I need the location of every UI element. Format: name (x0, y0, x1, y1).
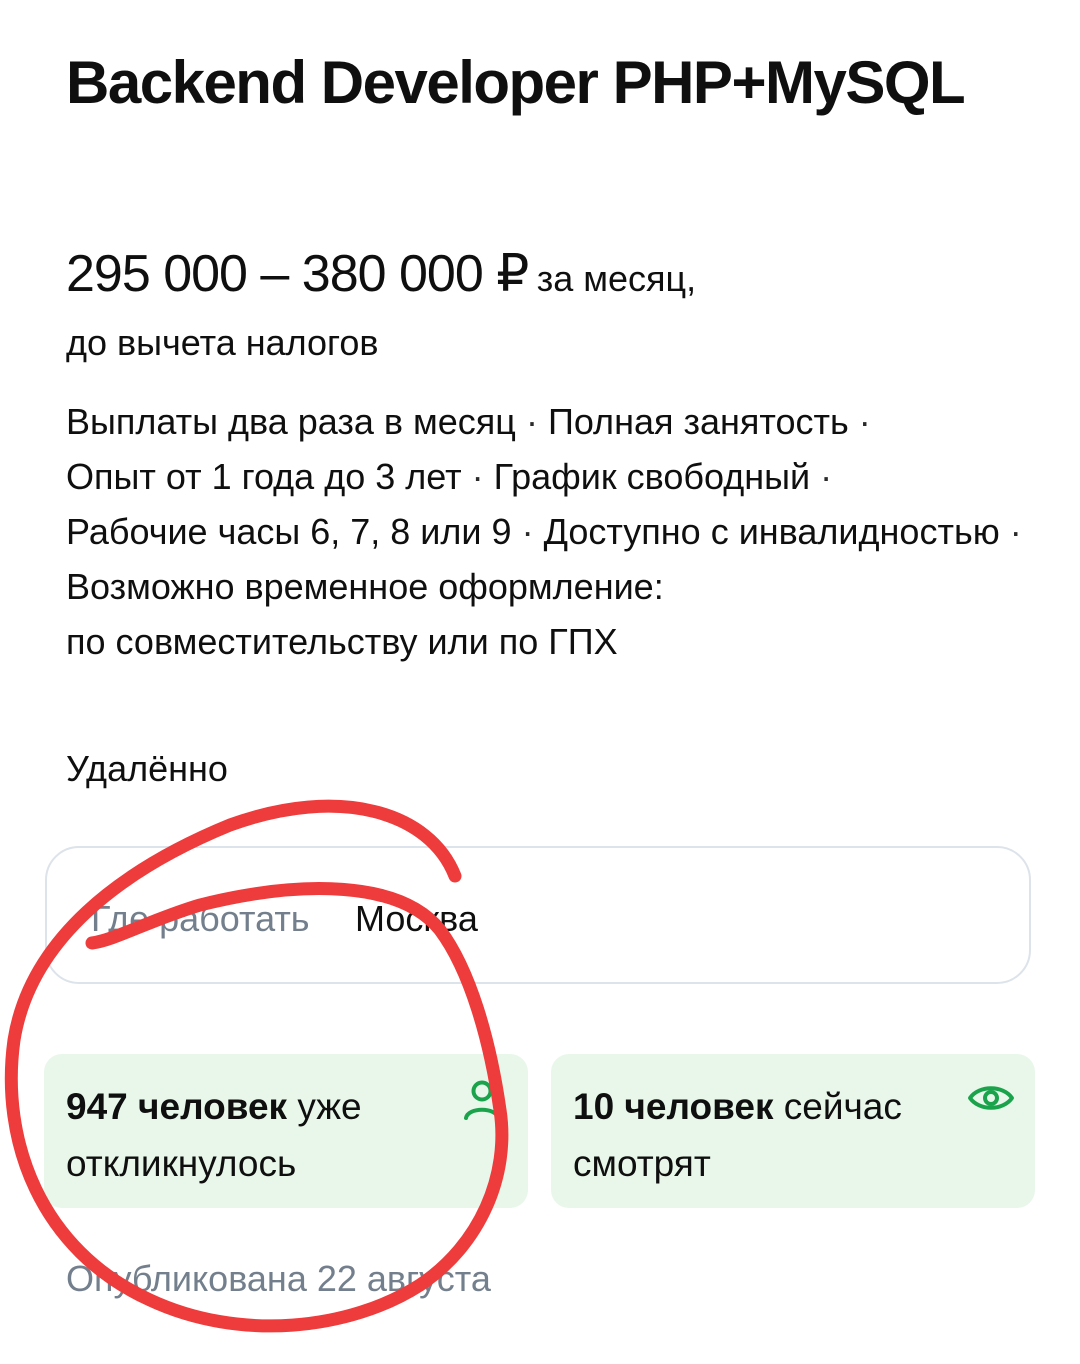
separator-dot: · (1009, 511, 1022, 552)
condition-item: по совместительству или по ГПХ (66, 621, 618, 662)
viewers-card: 10 человек сейчас смотрят (551, 1054, 1035, 1208)
person-icon (462, 1078, 502, 1127)
separator-dot: · (858, 401, 871, 442)
eye-icon (967, 1078, 1015, 1123)
condition-item: График свободный (493, 456, 811, 497)
condition-item: Доступно с инвалидностью (543, 511, 1000, 552)
responses-text: 947 человек уже откликнулось (66, 1078, 446, 1192)
condition-item: Возможно временное оформление: (66, 566, 664, 607)
salary-row: 295 000 – 380 000 ₽ за месяц, (66, 244, 696, 304)
viewers-text: 10 человек сейчас смотрят (573, 1078, 953, 1192)
condition-item: Рабочие часы 6, 7, 8 или 9 (66, 511, 512, 552)
separator-dot: · (820, 456, 833, 497)
condition-item: Опыт от 1 года до 3 лет (66, 456, 462, 497)
salary-note: до вычета налогов (66, 322, 379, 363)
vacancy-title: Backend Developer PHP+MySQL (66, 49, 966, 116)
conditions-list: Выплаты два раза в месяц · Полная занято… (66, 394, 1026, 669)
condition-item: Выплаты два раза в месяц (66, 401, 516, 442)
viewers-count: 10 человек (573, 1086, 774, 1127)
location-value: Москва (355, 898, 478, 939)
published-date: Опубликована 22 августа (66, 1258, 491, 1299)
salary-range: 295 000 – 380 000 ₽ (66, 245, 529, 303)
responses-card: 947 человек уже откликнулось (44, 1054, 528, 1208)
separator-dot: · (471, 456, 484, 497)
location-label: Где работать (91, 898, 310, 939)
work-format: Удалённо (66, 748, 228, 789)
salary-period: за месяц, (536, 258, 697, 299)
separator-dot: · (521, 511, 534, 552)
separator-dot: · (525, 401, 538, 442)
condition-item: Полная занятость (547, 401, 849, 442)
location-field[interactable]: Где работать Москва (45, 846, 1031, 984)
responses-count: 947 человек (66, 1086, 288, 1127)
